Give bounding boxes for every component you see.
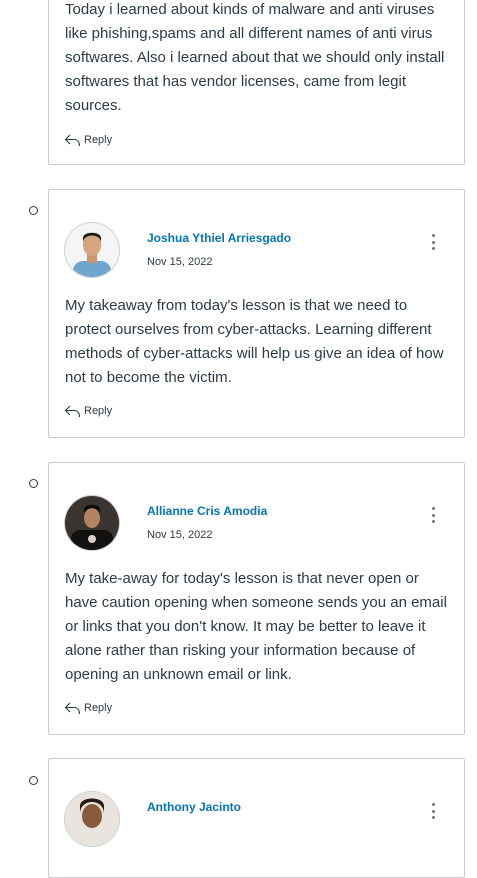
post-date: Nov 15, 2022 — [147, 529, 213, 541]
reply-button[interactable]: Reply — [64, 404, 112, 418]
reply-icon — [64, 405, 81, 418]
post-date: Nov 15, 2022 — [147, 256, 213, 268]
discussion-post: Anthony Jacinto — [48, 758, 465, 878]
post-message: My takeaway from today's lesson is that … — [65, 297, 444, 386]
discussion-post: Today i learned about kinds of malware a… — [48, 0, 465, 165]
more-options-icon[interactable] — [430, 803, 436, 819]
more-options-icon[interactable] — [430, 234, 436, 250]
reply-icon — [64, 134, 81, 147]
thread-bullet — [29, 776, 38, 785]
discussion-post: Allianne Cris Amodia Nov 15, 2022 My tak… — [48, 462, 465, 735]
reply-label: Reply — [84, 405, 113, 417]
reply-label: Reply — [84, 702, 113, 714]
reply-button[interactable]: Reply — [64, 701, 112, 715]
more-options-icon[interactable] — [430, 507, 436, 523]
thread-bullet — [29, 479, 38, 488]
author-name-link[interactable]: Allianne Cris Amodia — [147, 504, 267, 518]
post-message: Today i learned about kinds of malware a… — [65, 1, 445, 114]
avatar[interactable] — [65, 496, 119, 550]
reply-icon — [64, 702, 81, 715]
avatar[interactable] — [65, 223, 119, 277]
thread-bullet — [29, 206, 38, 215]
reply-label: Reply — [84, 134, 113, 146]
author-name-link[interactable]: Joshua Ythiel Arriesgado — [147, 231, 291, 245]
discussion-post: Joshua Ythiel Arriesgado Nov 15, 2022 My… — [48, 189, 465, 438]
post-message: My take-away for today's lesson is that … — [65, 570, 447, 683]
reply-button[interactable]: Reply — [64, 133, 112, 147]
avatar[interactable] — [65, 792, 119, 846]
